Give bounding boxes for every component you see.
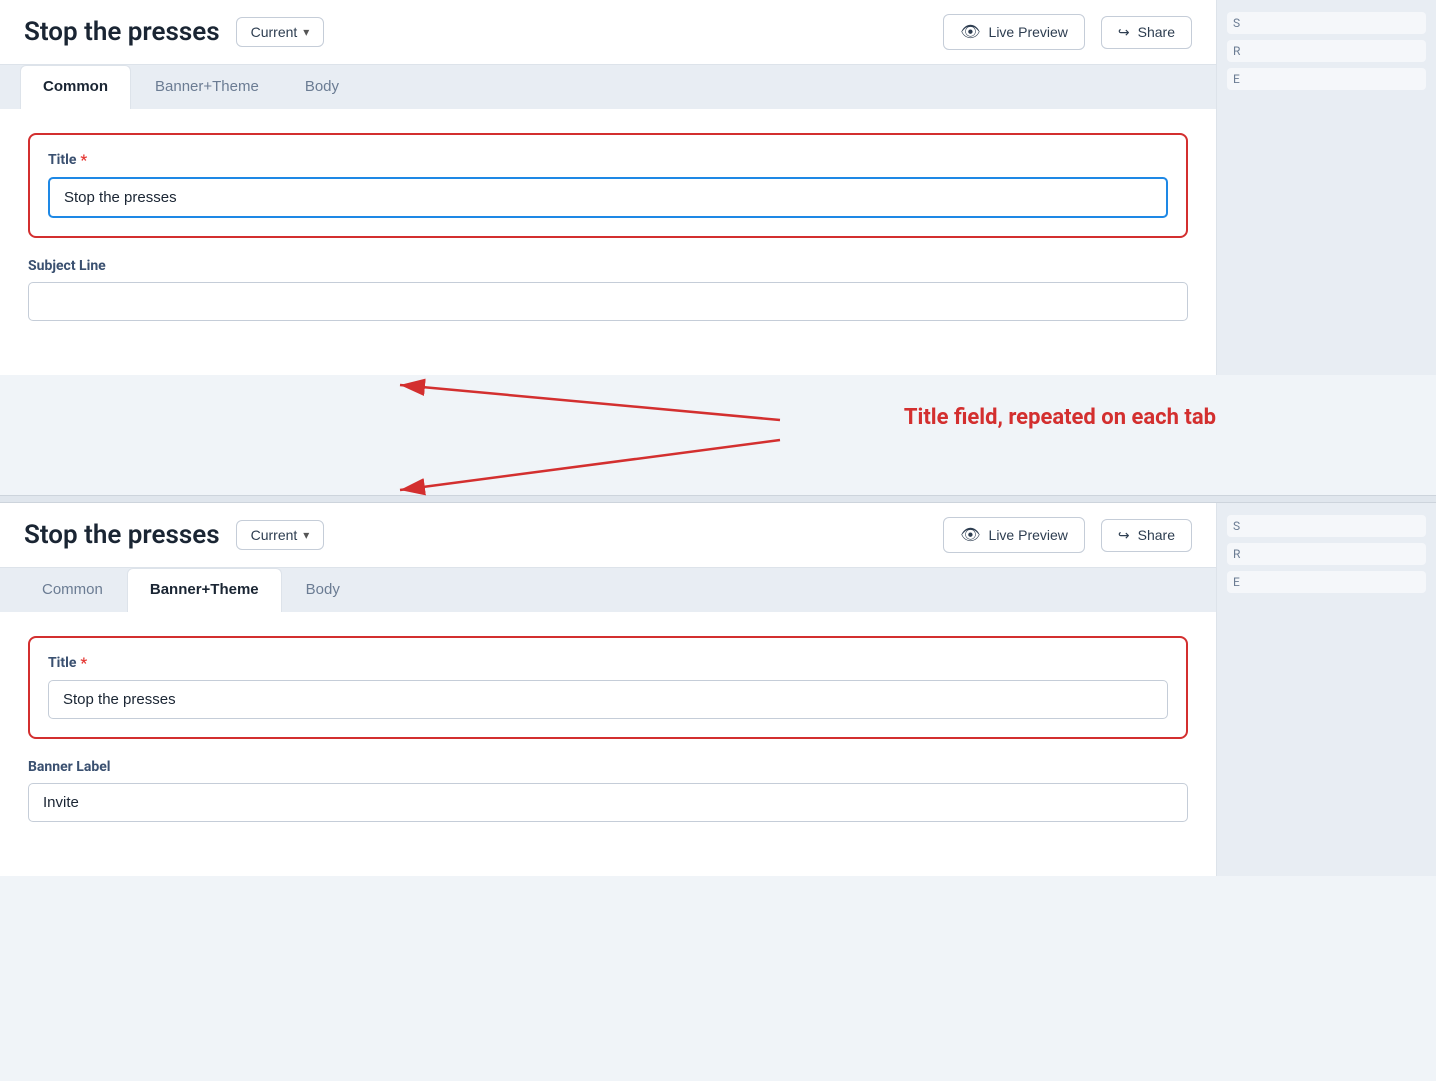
eye-icon-top: 👁	[960, 22, 980, 42]
tab-common-top[interactable]: Common	[20, 65, 131, 109]
tab-banner-theme-bottom[interactable]: Banner+Theme	[127, 568, 282, 612]
banner-label-input[interactable]	[28, 783, 1188, 822]
title-label-top: Title *	[48, 151, 1168, 169]
tabs-bar-bottom: Common Banner+Theme Body	[0, 568, 1216, 612]
tab-content-top: Title * Subject Line	[0, 109, 1216, 375]
share-arrow-icon-bottom: ↪	[1118, 527, 1130, 544]
chevron-down-icon-top: ▾	[303, 25, 309, 39]
tab-common-bottom[interactable]: Common	[20, 569, 125, 612]
banner-label-group: Banner Label	[28, 759, 1188, 822]
share-label-bottom: Share	[1138, 527, 1175, 543]
tab-banner-theme-top[interactable]: Banner+Theme	[133, 66, 281, 109]
title-label-bottom: Title *	[48, 654, 1168, 672]
title-card-bottom: Title *	[28, 636, 1188, 739]
page-title-bottom: Stop the presses	[24, 520, 220, 550]
live-preview-label-bottom: Live Preview	[989, 527, 1068, 543]
bottom-section: Stop the presses Current ▾ 👁 Live Previe…	[0, 503, 1436, 876]
title-input-top[interactable]	[48, 177, 1168, 218]
share-button-top[interactable]: ↪ Share	[1101, 16, 1192, 49]
annotation-text: Title field, repeated on each tab	[904, 405, 1216, 430]
section-divider	[0, 495, 1436, 503]
top-section: Stop the presses Current ▾ 👁 Live Previe…	[0, 0, 1436, 375]
version-label-bottom: Current	[251, 527, 298, 543]
right-panel-items-bottom: S R E	[1217, 503, 1436, 605]
right-panel-item-2: R	[1227, 40, 1426, 62]
panels-wrapper: Stop the presses Current ▾ 👁 Live Previe…	[0, 0, 1436, 876]
eye-icon-bottom: 👁	[960, 525, 980, 545]
live-preview-label-top: Live Preview	[989, 24, 1068, 40]
live-preview-button-top[interactable]: 👁 Live Preview	[943, 14, 1085, 50]
title-input-bottom[interactable]	[48, 680, 1168, 719]
tab-body-top[interactable]: Body	[283, 66, 361, 109]
right-panel-item-b1: S	[1227, 515, 1426, 537]
banner-label-label: Banner Label	[28, 759, 1188, 775]
title-card-top: Title *	[28, 133, 1188, 238]
subject-line-label-top: Subject Line	[28, 258, 1188, 274]
bottom-header: Stop the presses Current ▾ 👁 Live Previe…	[0, 503, 1216, 568]
subject-line-group-top: Subject Line	[28, 258, 1188, 321]
right-panel-item-b2: R	[1227, 543, 1426, 565]
tab-body-label-top: Body	[305, 78, 339, 95]
top-main-content: Stop the presses Current ▾ 👁 Live Previe…	[0, 0, 1216, 375]
version-dropdown-top[interactable]: Current ▾	[236, 17, 325, 47]
page-title-top: Stop the presses	[24, 17, 220, 47]
tab-body-bottom[interactable]: Body	[284, 569, 362, 612]
right-panel-item-3: E	[1227, 68, 1426, 90]
annotation-section: Title field, repeated on each tab	[0, 375, 1436, 495]
right-panel-items-top: S R E	[1217, 0, 1436, 102]
tabs-bar-top: Common Banner+Theme Body	[0, 65, 1216, 109]
title-required-star-top: *	[80, 151, 87, 169]
share-button-bottom[interactable]: ↪ Share	[1101, 519, 1192, 552]
top-header: Stop the presses Current ▾ 👁 Live Previe…	[0, 0, 1216, 65]
right-side-top: S R E	[1216, 0, 1436, 375]
tab-content-bottom: Title * Banner Label	[0, 612, 1216, 876]
version-label-top: Current	[251, 24, 298, 40]
tab-common-label-bottom: Common	[42, 581, 103, 598]
share-arrow-icon-top: ↪	[1118, 24, 1130, 41]
right-panel-item-b3: E	[1227, 571, 1426, 593]
tab-banner-theme-label-top: Banner+Theme	[155, 78, 259, 95]
subject-line-input-top[interactable]	[28, 282, 1188, 321]
bottom-main-content: Stop the presses Current ▾ 👁 Live Previe…	[0, 503, 1216, 876]
version-dropdown-bottom[interactable]: Current ▾	[236, 520, 325, 550]
tab-banner-theme-label-bottom: Banner+Theme	[150, 581, 259, 598]
right-side-bottom: S R E	[1216, 503, 1436, 876]
title-required-star-bottom: *	[80, 654, 87, 672]
annotation-arrow-svg	[0, 375, 1436, 495]
live-preview-button-bottom[interactable]: 👁 Live Preview	[943, 517, 1085, 553]
right-panel-item-1: S	[1227, 12, 1426, 34]
chevron-down-icon-bottom: ▾	[303, 528, 309, 542]
tab-common-label-top: Common	[43, 78, 108, 95]
tab-body-label-bottom: Body	[306, 581, 340, 598]
share-label-top: Share	[1138, 24, 1175, 40]
